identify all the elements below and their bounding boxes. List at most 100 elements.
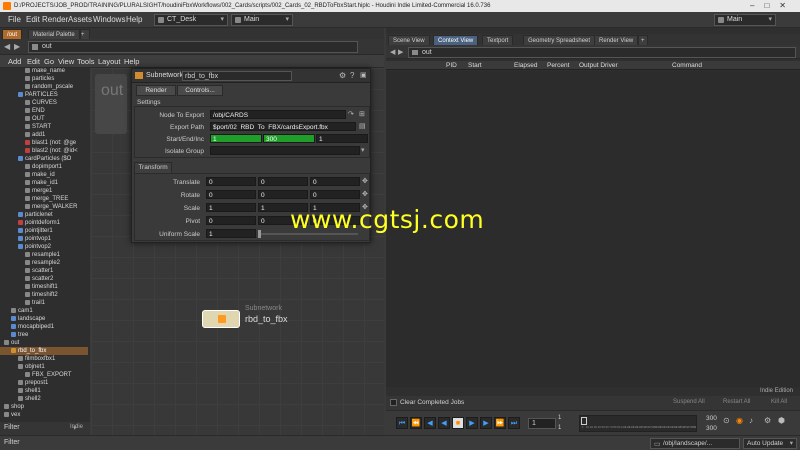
tree-item[interactable]: rbd_to_fbx: [0, 347, 88, 355]
slider-handle[interactable]: [258, 230, 261, 238]
menu-help[interactable]: Help: [126, 12, 142, 28]
status-path[interactable]: ▭ /obj/landscape/...: [650, 438, 740, 449]
tree-item[interactable]: random_pscale: [0, 83, 88, 91]
translate-x-field[interactable]: 0: [206, 177, 256, 186]
desk-selector[interactable]: CT_Desk: [154, 14, 228, 26]
key-icon[interactable]: ⊙: [723, 416, 730, 425]
tree-item[interactable]: mocapbiped1: [0, 323, 88, 331]
tab-out[interactable]: /out: [2, 29, 23, 39]
play-reverse-icon[interactable]: ◀: [438, 417, 450, 429]
forward-arrow-icon[interactable]: ▶: [398, 48, 403, 56]
controls-button[interactable]: Controls...: [177, 85, 223, 96]
back-arrow-icon[interactable]: ◀: [390, 48, 395, 56]
tree-item[interactable]: timeshift2: [0, 291, 88, 299]
node-to-export-field[interactable]: /obj/CARDS: [210, 110, 346, 119]
tree-item[interactable]: tree: [0, 331, 88, 339]
workspace-selector-right[interactable]: Main: [714, 14, 776, 26]
tree-item[interactable]: resample2: [0, 259, 88, 267]
end-frame-field[interactable]: 300: [263, 134, 315, 143]
current-frame-field[interactable]: 1: [528, 418, 556, 429]
isolate-group-dropdown-icon[interactable]: ▾: [361, 146, 365, 154]
step-back-key-icon[interactable]: ⏪: [410, 417, 422, 429]
tree-item[interactable]: vex: [0, 411, 88, 419]
audio-icon[interactable]: ♪: [749, 416, 753, 425]
clear-completed-checkbox[interactable]: [390, 399, 397, 406]
tab-textport[interactable]: Textport: [482, 35, 514, 45]
node-name-field[interactable]: rbd_to_fbx: [182, 71, 292, 81]
tree-item[interactable]: pointjitter1: [0, 227, 88, 235]
tree-item[interactable]: out: [0, 339, 88, 347]
node-name-label[interactable]: rbd_to_fbx: [245, 314, 288, 324]
tab-geometry-spreadsheet[interactable]: Geometry Spreadsheet: [523, 35, 596, 45]
tree-item[interactable]: blast2 (not: @id<: [0, 147, 88, 155]
back-arrow-icon[interactable]: ◀: [4, 42, 10, 51]
render-button[interactable]: Render: [136, 85, 176, 96]
jump-to-start-icon[interactable]: ⏮: [396, 417, 408, 429]
menu-tools[interactable]: Tools: [77, 55, 95, 68]
col-output-driver[interactable]: Output Driver: [579, 61, 618, 70]
tree-item[interactable]: PARTICLES: [0, 91, 88, 99]
menu-render[interactable]: Render: [42, 12, 68, 28]
workspace-selector-left[interactable]: Main: [231, 14, 293, 26]
rotate-z-field[interactable]: 0: [310, 190, 360, 199]
tree-item[interactable]: make_id: [0, 171, 88, 179]
tree-item[interactable]: shell1: [0, 387, 88, 395]
keyframe-icon[interactable]: ⬢: [778, 416, 785, 425]
tab-context-view[interactable]: Context View: [433, 35, 479, 45]
add-tab-icon[interactable]: +: [80, 29, 90, 39]
menu-layout[interactable]: Layout: [98, 55, 121, 68]
tree-item[interactable]: particles: [0, 75, 88, 83]
realtime-toggle-icon[interactable]: ◉: [736, 416, 743, 425]
menu-go[interactable]: Go: [44, 55, 54, 68]
menu-assets[interactable]: Assets: [68, 12, 92, 28]
tree-item[interactable]: cardParticles ($O: [0, 155, 88, 163]
tree-item[interactable]: trail1: [0, 299, 88, 307]
tree-item[interactable]: merge_WALKER: [0, 203, 88, 211]
menu-view[interactable]: View: [58, 55, 74, 68]
tree-item[interactable]: END: [0, 107, 88, 115]
tree-item[interactable]: scatter2: [0, 275, 88, 283]
auto-update-selector[interactable]: Auto Update ▾: [743, 438, 797, 449]
step-forward-key-icon[interactable]: ⏩: [494, 417, 506, 429]
tree-item[interactable]: landscape: [0, 315, 88, 323]
menu-edit-network[interactable]: Edit: [27, 55, 40, 68]
play-forward-icon[interactable]: ▶: [466, 417, 478, 429]
file-chooser-icon[interactable]: ▤: [359, 122, 366, 130]
tree-item[interactable]: make_id1: [0, 179, 88, 187]
tree-item[interactable]: CURVES: [0, 99, 88, 107]
col-command[interactable]: Command: [672, 61, 702, 70]
stop-icon[interactable]: ■: [452, 417, 464, 429]
tree-item[interactable]: scatter1: [0, 267, 88, 275]
restart-all-button[interactable]: Restart All: [723, 399, 750, 405]
jump-to-end-icon[interactable]: ⏭: [508, 417, 520, 429]
col-pid[interactable]: PID: [446, 61, 457, 70]
tree-item[interactable]: cam1: [0, 307, 88, 315]
tree-item[interactable]: dopimport1: [0, 163, 88, 171]
rotate-y-field[interactable]: 0: [258, 190, 308, 199]
tab-transform[interactable]: Transform: [134, 162, 172, 173]
menu-edit[interactable]: Edit: [26, 12, 40, 28]
tab-scene-view[interactable]: Scene View: [388, 35, 430, 45]
time-cursor[interactable]: [581, 417, 587, 425]
node-chooser-icon[interactable]: ⊞: [359, 110, 365, 118]
tree-item[interactable]: resample1: [0, 251, 88, 259]
help-icon[interactable]: ?: [350, 71, 354, 80]
step-forward-icon[interactable]: ▶: [480, 417, 492, 429]
tree-item[interactable]: add1: [0, 131, 88, 139]
translate-y-field[interactable]: 0: [258, 177, 308, 186]
tree-item[interactable]: pointdeform1: [0, 219, 88, 227]
network-path[interactable]: out: [28, 41, 358, 53]
translate-z-field[interactable]: 0: [310, 177, 360, 186]
lock-icon[interactable]: ▣: [360, 71, 367, 79]
tree-item[interactable]: make_name: [0, 68, 88, 75]
col-elapsed[interactable]: Elapsed: [514, 61, 538, 70]
tree-item[interactable]: particlenet: [0, 211, 88, 219]
tree-item[interactable]: merge1: [0, 187, 88, 195]
tree-item[interactable]: START: [0, 123, 88, 131]
tree-item[interactable]: shell2: [0, 395, 88, 403]
tree-item[interactable]: shop: [0, 403, 88, 411]
tree-item[interactable]: filmboxfbx1: [0, 355, 88, 363]
export-path-field[interactable]: $port/02_RBD_To_FBX/cardsExport.fbx: [210, 122, 356, 131]
menu-add[interactable]: Add: [8, 55, 21, 68]
right-network-path[interactable]: out: [408, 47, 796, 58]
